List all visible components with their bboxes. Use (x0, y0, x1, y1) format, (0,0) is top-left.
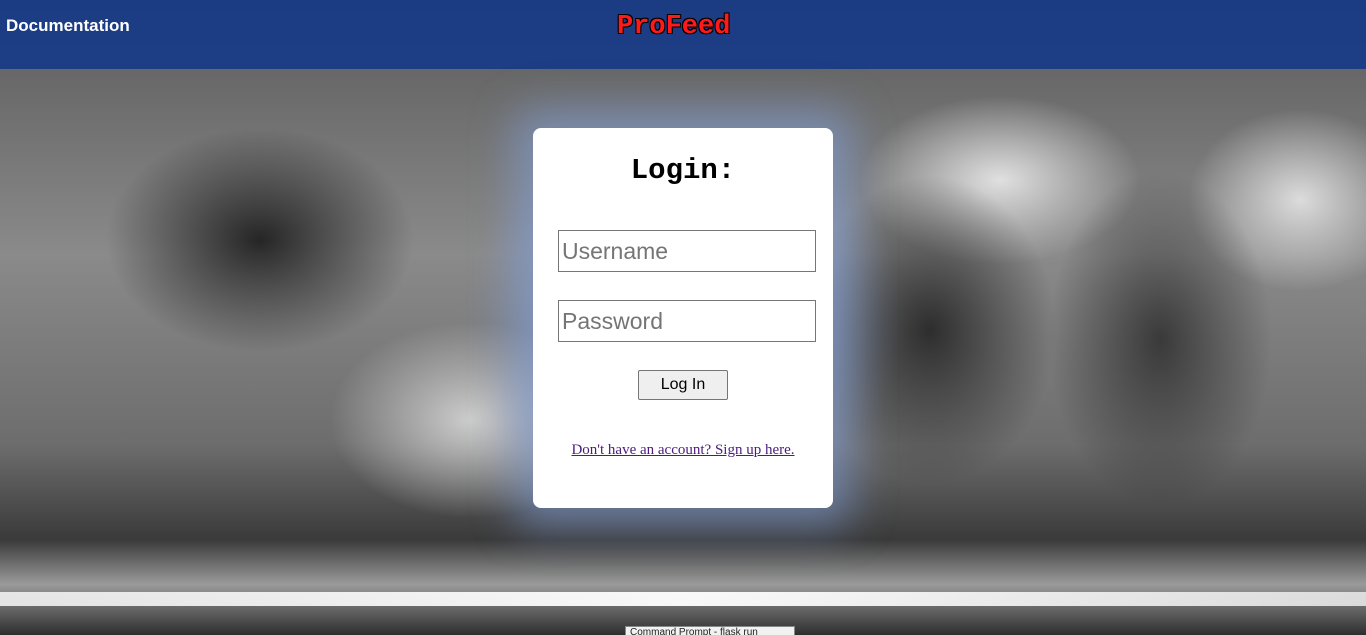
password-input[interactable] (558, 300, 816, 342)
page-background: Documentation ProFeed Login: Log In Don'… (0, 0, 1366, 635)
documentation-link[interactable]: Documentation (6, 16, 130, 36)
username-input[interactable] (558, 230, 816, 272)
top-header: Documentation ProFeed (0, 0, 1366, 69)
login-button[interactable]: Log In (638, 370, 728, 400)
login-title: Login: (630, 154, 736, 187)
taskbar-tooltip: Command Prompt - flask run (625, 626, 795, 635)
signup-link[interactable]: Don't have an account? Sign up here. (533, 442, 833, 459)
background-turf-line (0, 592, 1366, 606)
brand-title: ProFeed (617, 12, 731, 42)
login-card: Login: Log In Don't have an account? Sig… (533, 128, 833, 508)
